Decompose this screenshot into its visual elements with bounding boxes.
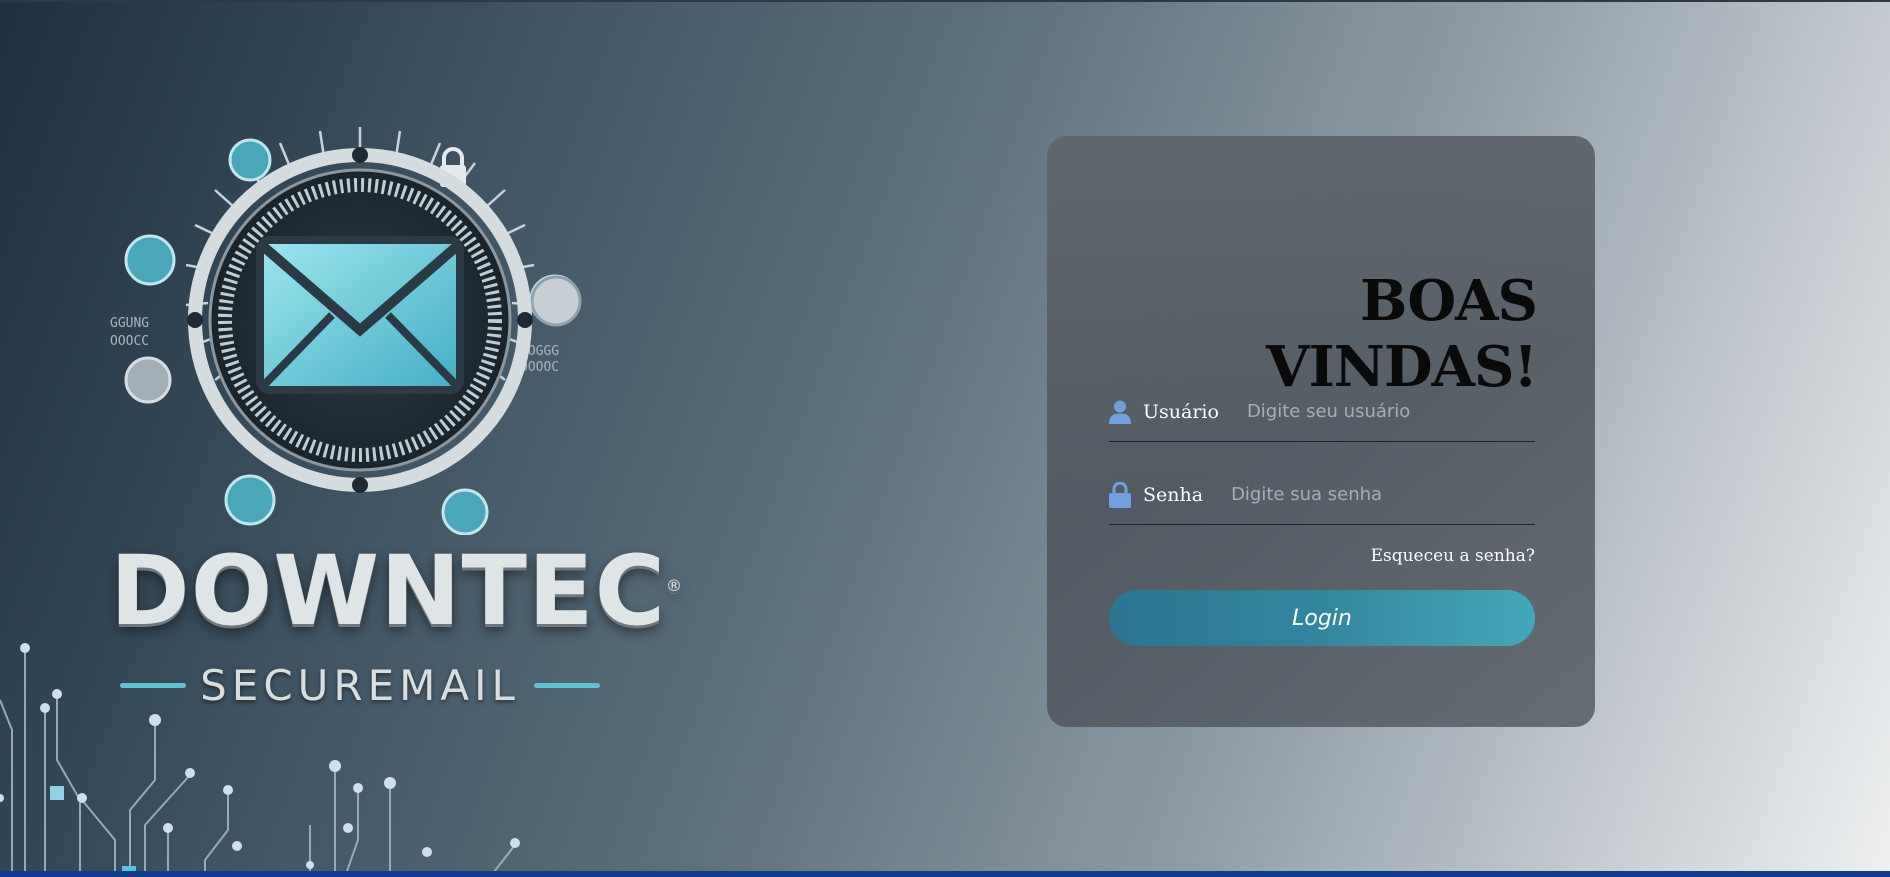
- lock-icon: [1109, 481, 1131, 508]
- login-form: BOAS VINDAS! Usuário Senha Esqueceu a se…: [1047, 136, 1595, 727]
- password-field: Senha: [1109, 465, 1535, 525]
- username-input[interactable]: [1246, 391, 1535, 432]
- username-field: Usuário: [1109, 382, 1535, 442]
- user-icon: [1109, 399, 1131, 425]
- brand-subtitle: SECUREMAIL: [200, 660, 520, 710]
- login-button[interactable]: Login: [1109, 590, 1535, 646]
- brand-name: DOWNTEC®: [110, 535, 684, 647]
- top-border: [0, 0, 1890, 2]
- bottom-bar: [0, 871, 1890, 877]
- secure-mail-emblem: GGUNGOOOCC OOGGGOOOOC: [110, 127, 582, 535]
- welcome-heading: BOAS VINDAS!: [1266, 268, 1538, 400]
- divider-line-left: [120, 682, 187, 688]
- logo: GGUNG OOOCC OOGGG OOOOC DOWNTEC® SECUREMAI…: [100, 115, 684, 710]
- password-label: Senha: [1143, 483, 1204, 506]
- trademark-symbol: ®: [666, 576, 684, 595]
- svg-text:GGUNG: GGUNG: [110, 316, 149, 331]
- svg-text:OOOCC: OOOCC: [110, 334, 149, 349]
- brand-subtitle-row: SECUREMAIL: [120, 655, 600, 715]
- username-label: Usuário: [1143, 400, 1219, 423]
- password-input[interactable]: [1231, 474, 1535, 515]
- forgot-password-link[interactable]: Esqueceu a senha?: [1371, 546, 1535, 566]
- divider-line-right: [533, 682, 600, 688]
